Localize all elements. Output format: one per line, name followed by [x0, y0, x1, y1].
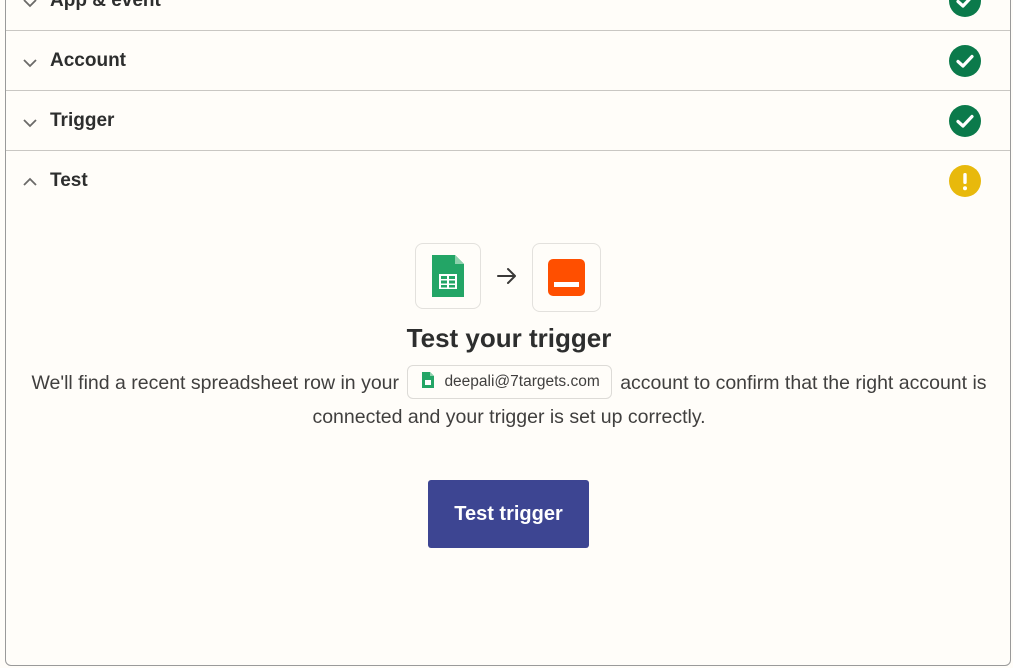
google-sheets-icon [422, 371, 435, 388]
check-circle-icon [949, 105, 981, 137]
warning-icon [949, 165, 981, 197]
app-flow [415, 243, 605, 313]
arrow-right-icon [497, 268, 516, 284]
section-app-event[interactable]: App & event [6, 0, 1010, 31]
section-title: App & event [50, 0, 161, 11]
test-description: We'll find a recent spreadsheet row in y… [6, 365, 1010, 434]
google-sheets-icon [415, 243, 481, 309]
description-text: We'll find a recent spreadsheet row in y… [31, 372, 400, 395]
section-title: Account [50, 50, 126, 71]
chevron-down-icon [23, 59, 37, 68]
chevron-down-icon [23, 119, 37, 128]
section-trigger[interactable]: Trigger [6, 91, 1010, 151]
section-account[interactable]: Account [6, 31, 1010, 91]
account-chip: deepali@7targets.com [407, 365, 612, 399]
section-title: Trigger [50, 110, 115, 131]
test-title: Test your trigger [406, 323, 612, 353]
webhook-app-icon [532, 243, 601, 312]
test-trigger-button[interactable]: Test trigger [428, 480, 589, 548]
chevron-up-icon [23, 177, 37, 186]
check-circle-icon [949, 0, 981, 17]
section-title: Test [50, 170, 88, 191]
section-test[interactable]: Test [6, 151, 1010, 211]
account-email: deepali@7targets.com [444, 373, 600, 390]
chevron-down-icon [23, 0, 37, 8]
check-circle-icon [949, 45, 981, 77]
step-editor-panel: App & event Account Trigger Test Test yo… [5, 0, 1011, 666]
